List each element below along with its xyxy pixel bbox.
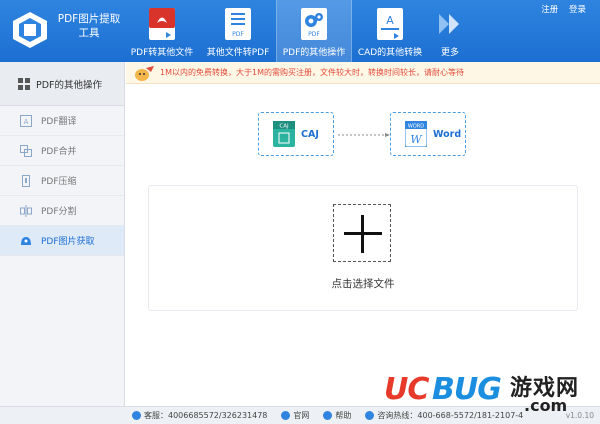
double-chevron-icon (439, 14, 459, 34)
sidebar-item-translate[interactable]: A PDF翻译 (0, 106, 124, 136)
source-format-box: CAJ CAJ (258, 112, 334, 156)
sidebar: PDF的其他操作 A PDF翻译 PDF合并 PDF压缩 PDF分割 PDF图片… (0, 62, 125, 406)
doc-to-pdf-icon: PDF (225, 8, 251, 40)
tool-pdf-other-ops[interactable]: PDF PDF的其他操作 (276, 0, 352, 62)
svg-text:CAJ: CAJ (279, 124, 289, 130)
svg-text:A: A (386, 14, 394, 27)
website-link[interactable]: 官网 (281, 410, 309, 421)
app-title: PDF图片提取 工具 (57, 13, 121, 39)
arrow-right-icon (338, 133, 390, 137)
mascot-icon (135, 65, 154, 81)
phone-icon (365, 411, 375, 420)
home-icon (281, 411, 291, 420)
svg-text:PDF: PDF (308, 31, 320, 38)
top-links: 注册 登录 (533, 3, 586, 15)
merge-icon (20, 144, 32, 157)
select-file-label[interactable]: 点击选择文件 (149, 276, 577, 291)
pdf-gear-icon: PDF (301, 8, 327, 40)
status-bar-left (0, 406, 126, 424)
title-bar: PDF图片提取 工具 PDF转其他文件 PDF 其他文件转PDF PDF PDF… (0, 0, 600, 62)
svg-text:A: A (24, 118, 29, 126)
watermark-logo: UC BUG 游戏网 .com (384, 372, 580, 415)
translate-icon: A (20, 114, 32, 127)
login-link[interactable]: 登录 (569, 5, 586, 15)
register-link[interactable]: 注册 (541, 5, 558, 15)
help-icon (323, 411, 333, 420)
sidebar-item-image-extract[interactable]: PDF图片获取 (0, 226, 124, 256)
main-toolbar: PDF转其他文件 PDF 其他文件转PDF PDF PDF的其他操作 A CAD… (124, 0, 472, 62)
grid-icon (18, 77, 30, 90)
word-file-icon: WORD W (405, 121, 427, 147)
upload-panel: 点击选择文件 (148, 185, 578, 311)
conversion-row: CAJ CAJ WORD W Word (258, 112, 468, 158)
help-link[interactable]: 帮助 (323, 410, 351, 421)
tool-more[interactable]: 更多 (428, 0, 472, 62)
svg-text:W: W (410, 133, 423, 146)
svg-text:WORD: WORD (408, 124, 424, 130)
svg-text:PDF: PDF (232, 31, 244, 38)
sidebar-item-split[interactable]: PDF分割 (0, 196, 124, 226)
caj-file-icon: CAJ (273, 121, 295, 147)
cad-icon: A (377, 8, 403, 40)
tool-cad-convert[interactable]: A CAD的其他转换 (352, 0, 428, 62)
sidebar-header: PDF的其他操作 (0, 62, 124, 106)
split-icon (20, 204, 32, 217)
tool-other-to-pdf[interactable]: PDF 其他文件转PDF (200, 0, 276, 62)
pdf-red-icon (149, 8, 175, 40)
customer-service: 客服：4006685572/326231478 (132, 410, 267, 421)
sidebar-item-merge[interactable]: PDF合并 (0, 136, 124, 166)
add-file-button[interactable] (333, 204, 391, 262)
target-format-box: WORD W Word (390, 112, 466, 156)
image-extract-icon (21, 236, 31, 245)
tool-pdf-to-other[interactable]: PDF转其他文件 (124, 0, 200, 62)
app-logo-icon (13, 12, 47, 48)
compress-icon (22, 174, 30, 187)
sidebar-item-compress[interactable]: PDF压缩 (0, 166, 124, 196)
person-icon (132, 411, 141, 420)
notice-bar: 1M以内的免费转换，大于1M的需购买注册，文件较大时，转换时间较长，请耐心等待 (126, 62, 600, 84)
